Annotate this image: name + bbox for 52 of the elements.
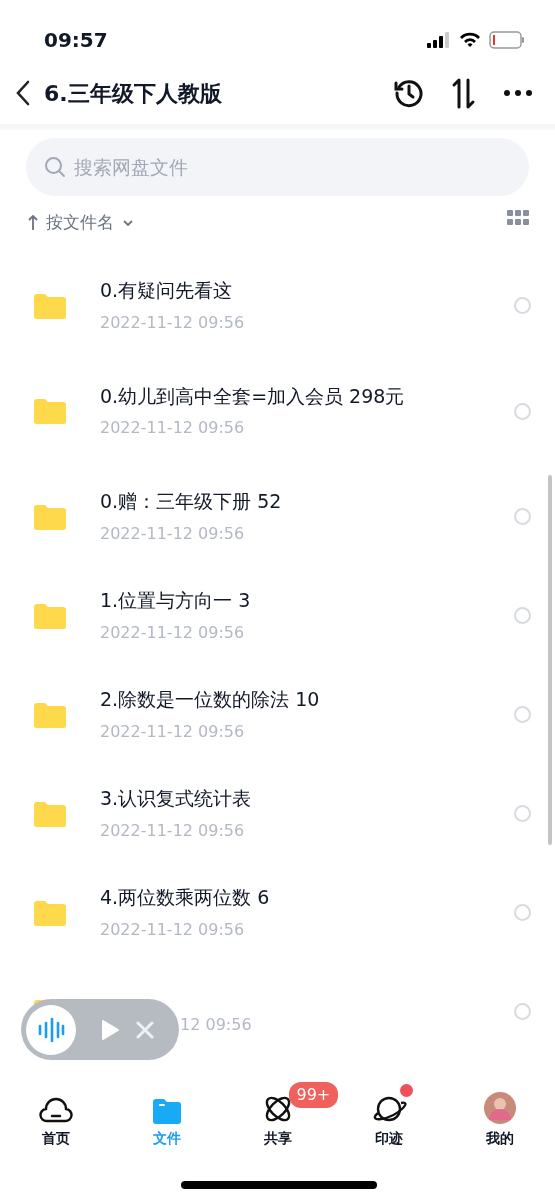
modified-date: 2022-11-12 09:56: [100, 417, 246, 440]
folder-name[interactable]: 4.两位数乘两位数 6: [100, 883, 514, 912]
modified-date: 2022-11-12 09:56: [100, 720, 246, 743]
wifi-icon: [459, 32, 481, 48]
modified-date: 2022-11-12 09:56: [100, 522, 246, 545]
folder-icon: [152, 1098, 181, 1124]
folder-icon: [34, 398, 66, 424]
tab-item[interactable]: 我的: [444, 1078, 555, 1160]
notification-count: 99+: [288, 1082, 339, 1108]
arrow-up-icon: [28, 214, 38, 232]
select-radio[interactable]: [514, 297, 531, 314]
modified-date: 2022-11-12 09:56: [100, 918, 246, 941]
folder-icon: [34, 701, 66, 728]
select-radio[interactable]: [514, 1003, 531, 1020]
cloud-icon: [38, 1096, 73, 1124]
folder-name[interactable]: 0.有疑问先看这: [100, 276, 514, 305]
play-icon[interactable]: [100, 1018, 120, 1041]
modified-date: 12 09:56: [180, 1013, 253, 1036]
search-icon: [44, 156, 66, 178]
history-icon[interactable]: [393, 77, 425, 109]
grid-view-icon[interactable]: [507, 210, 529, 226]
status-time: 09:57: [44, 27, 108, 54]
page-title: 6.三年级下人教版: [44, 79, 223, 108]
folder-name[interactable]: 1.位置与方向一 3: [100, 586, 514, 615]
chevron-down-icon[interactable]: [122, 218, 134, 227]
folder-icon: [34, 503, 66, 530]
search-field[interactable]: 搜索网盘文件: [26, 138, 529, 196]
select-radio[interactable]: [514, 706, 531, 723]
close-icon[interactable]: [136, 1020, 154, 1039]
folder-name[interactable]: 0.幼儿到高中全套=加入会员 298元: [100, 381, 514, 411]
waveform-icon[interactable]: [37, 1015, 65, 1044]
folder-icon: [34, 602, 66, 629]
modified-date: 2022-11-12 09:56: [100, 311, 246, 334]
folder-icon: [34, 899, 66, 926]
back-icon[interactable]: [14, 79, 32, 107]
more-icon[interactable]: [503, 89, 533, 97]
select-radio[interactable]: [514, 402, 531, 420]
folder-name[interactable]: 0.赠：三年级下册 52: [100, 487, 514, 516]
select-radio[interactable]: [514, 904, 531, 921]
tab-item[interactable]: 首页: [0, 1078, 111, 1160]
folder-icon: [34, 292, 66, 319]
select-radio[interactable]: [514, 805, 531, 822]
modified-date: 2022-11-12 09:56: [100, 819, 246, 842]
modified-date: 2022-11-12 09:56: [100, 621, 246, 644]
folder-name[interactable]: 3.认识复式统计表: [100, 784, 514, 813]
folder-icon: [34, 800, 66, 827]
select-radio[interactable]: [514, 607, 531, 624]
select-radio[interactable]: [514, 508, 531, 525]
folder-name[interactable]: 2.除数是一位数的除法 10: [100, 685, 514, 714]
sort-label[interactable]: 按文件名: [46, 210, 114, 236]
signal-icon: [427, 32, 451, 48]
battery-icon: [489, 31, 525, 49]
